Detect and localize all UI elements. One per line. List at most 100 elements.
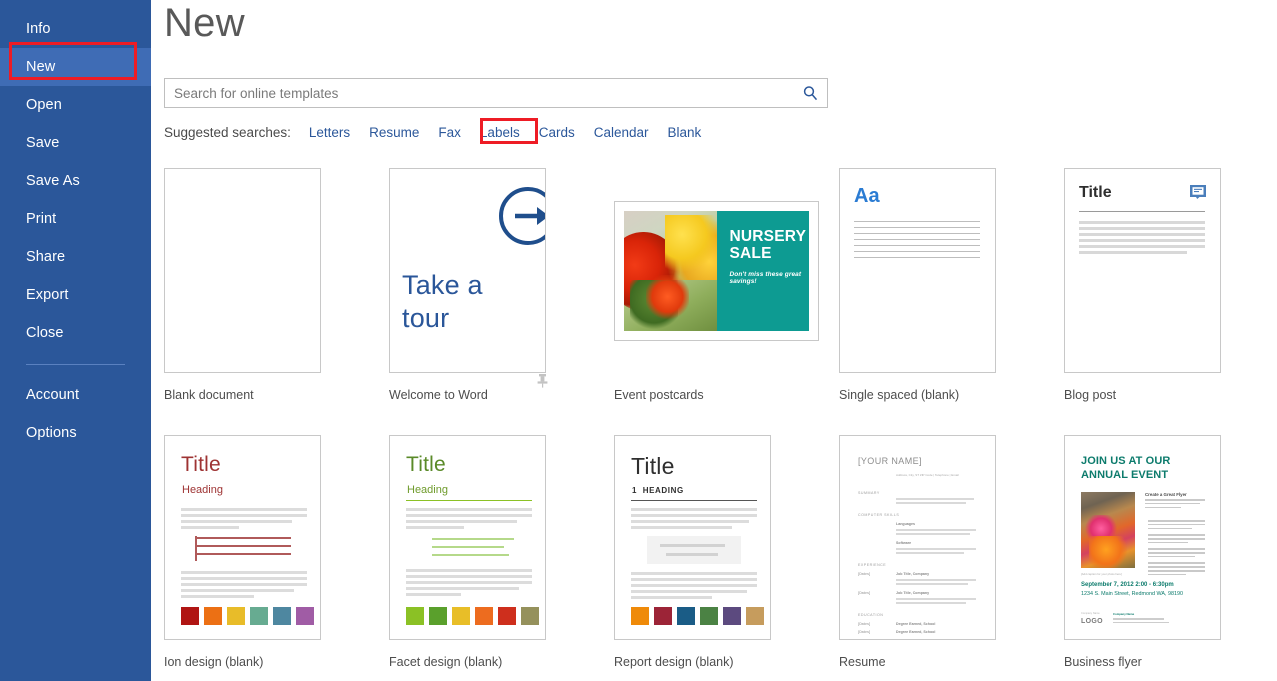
suggested-link-letters[interactable]: Letters <box>309 125 350 140</box>
template-card-blog-post[interactable]: Title Blog post <box>1064 168 1277 402</box>
template-caption: Single spaced (blank) <box>839 388 960 402</box>
template-caption: Event postcards <box>614 388 704 402</box>
suggested-link-labels[interactable]: Labels <box>480 125 520 140</box>
color-swatches <box>181 607 314 625</box>
template-card-resume[interactable]: [YOUR NAME] Address, City, ST ZIP Code |… <box>839 435 1064 669</box>
placeholder-lines <box>1079 221 1205 257</box>
flyer-address: 1234 S. Main Street, Redmond WA, 98190 <box>1081 591 1183 597</box>
resume-section-education: EDUCATION <box>858 613 884 617</box>
flyer-photo-caption: [Add caption for your photo here] <box>1081 572 1122 576</box>
sidebar-item-print[interactable]: Print <box>0 200 151 238</box>
page-title: New <box>164 1 245 45</box>
template-card-event-postcards[interactable]: NURSERY SALE Don't miss these great savin… <box>614 168 839 402</box>
suggested-link-fax[interactable]: Fax <box>438 125 461 140</box>
sidebar-item-info[interactable]: Info <box>0 10 151 48</box>
design-title: Title <box>631 453 675 479</box>
arrow-circle-icon <box>497 185 545 252</box>
sidebar-item-label: New <box>26 59 56 75</box>
search-area <box>164 78 828 108</box>
resume-contact: Address, City, ST ZIP Code | Telephone |… <box>896 473 959 477</box>
sidebar-item-close[interactable]: Close <box>0 314 151 352</box>
sidebar-item-label: Open <box>26 97 62 113</box>
design-title: Title <box>181 453 221 476</box>
template-thumbnail[interactable]: NURSERY SALE Don't miss these great savin… <box>614 200 819 341</box>
sidebar-item-save[interactable]: Save <box>0 124 151 162</box>
backstage-sidebar: Info New Open Save Save As Print Share E… <box>0 0 151 681</box>
template-card-single-spaced[interactable]: Aa Single spaced (blank) <box>839 168 1064 402</box>
sidebar-item-label: Info <box>26 21 51 37</box>
resume-section-experience: EXPERIENCE <box>858 563 887 567</box>
flyer-body-heading: Create a Great Flyer <box>1145 492 1187 497</box>
resume-date: [Dates] <box>858 622 871 626</box>
sidebar-item-label: Share <box>26 249 66 265</box>
postcard-panel: NURSERY SALE Don't miss these great savin… <box>716 210 809 331</box>
suggested-link-calendar[interactable]: Calendar <box>594 125 649 140</box>
flyer-logo-details: Company Name <box>1113 612 1171 625</box>
sidebar-item-label: Options <box>26 425 77 441</box>
template-thumbnail[interactable]: Title 1 HEADING <box>614 435 771 640</box>
template-card-business-flyer[interactable]: JOIN US AT OUR ANNUAL EVENT [Add caption… <box>1064 435 1277 669</box>
resume-name: [YOUR NAME] <box>858 456 922 466</box>
flyer-title: JOIN US AT OUR ANNUAL EVENT <box>1081 455 1171 481</box>
template-thumbnail[interactable]: Aa <box>839 168 996 373</box>
postcard-subtitle: Don't miss these great savings! <box>729 270 802 285</box>
template-thumbnail[interactable]: Title <box>1064 168 1221 373</box>
design-heading: 1 HEADING <box>632 486 684 495</box>
sidebar-item-save-as[interactable]: Save As <box>0 162 151 200</box>
sidebar-item-share[interactable]: Share <box>0 238 151 276</box>
design-heading: Heading <box>182 484 223 496</box>
placeholder-paragraph <box>631 572 757 602</box>
flyer-logo-caption: Company Name <box>1081 612 1100 615</box>
resume-date: [Dates] <box>858 572 871 576</box>
suggested-link-resume[interactable]: Resume <box>369 125 419 140</box>
resume-date: [Dates] <box>858 630 871 634</box>
resume-section-summary: SUMMARY <box>858 491 880 495</box>
resume-section-skills: COMPUTER SKILLS <box>858 513 900 517</box>
sidebar-item-options[interactable]: Options <box>0 414 151 452</box>
design-heading: Heading <box>407 484 448 496</box>
template-card-blank-document[interactable]: Blank document <box>164 168 389 402</box>
sidebar-item-account[interactable]: Account <box>0 376 151 414</box>
sidebar-item-label: Save <box>26 135 60 151</box>
sidebar-item-open[interactable]: Open <box>0 86 151 124</box>
template-thumbnail[interactable] <box>164 168 321 373</box>
template-card-report-design[interactable]: Title 1 HEADING Report design (blank) <box>614 435 839 669</box>
suggested-label: Suggested searches: <box>164 124 291 140</box>
sample-text: Aa <box>854 185 880 207</box>
sidebar-item-label: Save As <box>26 173 80 189</box>
template-card-facet-design[interactable]: Title Heading Facet design (blank) <box>389 435 614 669</box>
placeholder-paragraph <box>181 571 307 601</box>
template-caption: Ion design (blank) <box>164 655 264 669</box>
sidebar-item-label: Account <box>26 387 80 403</box>
flyer-date: September 7, 2012 2:00 - 6:30pm <box>1081 582 1174 588</box>
search-box[interactable] <box>164 78 828 108</box>
template-thumbnail[interactable]: Title Heading <box>389 435 546 640</box>
color-swatches <box>406 607 539 625</box>
sidebar-item-export[interactable]: Export <box>0 276 151 314</box>
template-row-2: Title Heading Ion design (blank) Title H… <box>164 435 1277 669</box>
suggested-link-cards[interactable]: Cards <box>539 125 575 140</box>
template-card-ion-design[interactable]: Title Heading Ion design (blank) <box>164 435 389 669</box>
placeholder-lines <box>854 221 980 263</box>
template-thumbnail[interactable]: [YOUR NAME] Address, City, ST ZIP Code |… <box>839 435 996 640</box>
comment-icon <box>1190 185 1206 204</box>
template-thumbnail[interactable]: JOIN US AT OUR ANNUAL EVENT [Add caption… <box>1064 435 1221 640</box>
sidebar-item-new[interactable]: New <box>0 48 151 86</box>
template-card-welcome-to-word[interactable]: Take a tour Welcome to Word <box>389 168 614 402</box>
resume-job-title: Job Title, Company <box>896 572 930 576</box>
template-thumbnail[interactable]: Take a tour <box>389 168 546 373</box>
search-icon[interactable] <box>802 85 819 102</box>
template-grid: Blank document Take a tour Welcome to Wo… <box>164 168 1277 669</box>
template-caption: Report design (blank) <box>614 655 734 669</box>
design-title: Title <box>406 453 446 476</box>
backstage-main: New Suggested searches: Letters Resume F… <box>151 0 1277 681</box>
sidebar-item-label: Print <box>26 211 57 227</box>
tour-text: Take a tour <box>402 270 483 333</box>
search-input[interactable] <box>174 85 802 101</box>
pin-icon[interactable] <box>536 373 549 393</box>
suggested-link-blank[interactable]: Blank <box>668 125 702 140</box>
placeholder-paragraph <box>406 569 532 599</box>
sidebar-item-label: Close <box>26 325 64 341</box>
resume-subitem-languages: Languages <box>896 522 915 526</box>
template-thumbnail[interactable]: Title Heading <box>164 435 321 640</box>
